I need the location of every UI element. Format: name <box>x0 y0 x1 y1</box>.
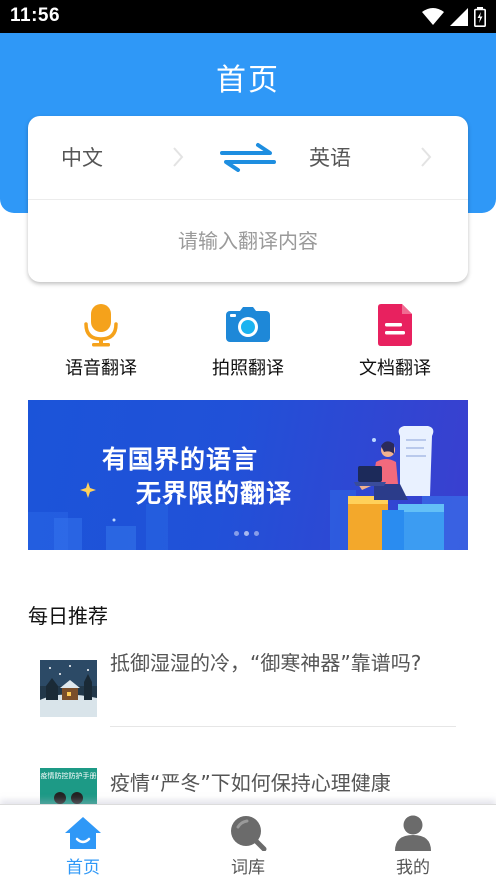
nav-vocabulary[interactable]: 词库 <box>188 805 308 883</box>
document-translate-button[interactable]: 文档翻译 <box>335 302 455 382</box>
voice-translate-button[interactable]: 语音翻译 <box>41 302 161 382</box>
banner-headline-2: 无界限的翻译 <box>136 479 293 508</box>
carousel-dot[interactable] <box>234 531 239 536</box>
chevron-right-icon[interactable] <box>420 146 432 168</box>
battery-icon <box>474 7 486 27</box>
banner-headline-1: 有国界的语言 <box>102 445 259 474</box>
thumbnail-caption: 疫情防控防护手册 <box>41 771 97 780</box>
language-selector-row: 中文 英语 <box>28 116 468 200</box>
voice-translate-label: 语音翻译 <box>65 358 137 379</box>
user-icon <box>394 815 432 851</box>
camera-icon <box>224 302 272 348</box>
article-title: 疫情“严冬”下如何保持心理健康 <box>110 771 391 795</box>
nav-profile[interactable]: 我的 <box>353 805 473 883</box>
microphone-icon <box>77 302 125 348</box>
nav-home[interactable]: 首页 <box>23 805 143 883</box>
nav-profile-label: 我的 <box>396 858 430 878</box>
target-language-button[interactable]: 英语 <box>309 142 351 172</box>
carousel-dot-active[interactable] <box>244 531 249 536</box>
source-language-button[interactable]: 中文 <box>61 142 103 172</box>
chevron-right-icon[interactable] <box>172 146 184 168</box>
home-icon <box>64 815 102 851</box>
divider <box>110 726 456 727</box>
page-title: 首页 <box>216 63 280 98</box>
document-icon <box>371 302 419 348</box>
quick-actions: 语音翻译 拍照翻译 文档翻译 <box>0 302 496 382</box>
article-item[interactable]: 抵御湿湿的冷，“御寒神器”靠谱吗? <box>40 648 456 728</box>
article-thumbnail <box>40 660 97 717</box>
carousel-indicator <box>234 531 259 536</box>
photo-translate-label: 拍照翻译 <box>212 358 284 379</box>
translation-input[interactable]: 请输入翻译内容 <box>28 200 468 282</box>
article-item[interactable]: 疫情防控防护手册 疫情“严冬”下如何保持心理健康 <box>40 768 456 825</box>
signal-icon <box>450 8 468 26</box>
photo-translate-button[interactable]: 拍照翻译 <box>188 302 308 382</box>
bottom-navigation: 首页 词库 我的 <box>0 804 496 883</box>
status-bar: 11:56 <box>0 0 496 33</box>
app-screen: 11:56 首页 中文 英语 请输入翻译内容 语音翻译 拍照翻译 文档翻译 有国… <box>0 0 496 883</box>
status-icons <box>422 7 486 27</box>
daily-section-title: 每日推荐 <box>28 604 108 628</box>
promo-banner[interactable]: 有国界的语言 无界限的翻译 <box>28 400 468 550</box>
nav-home-label: 首页 <box>66 858 100 878</box>
document-translate-label: 文档翻译 <box>359 358 431 379</box>
article-title: 抵御湿湿的冷，“御寒神器”靠谱吗? <box>110 651 422 675</box>
wifi-icon <box>422 8 444 25</box>
swap-arrows-icon[interactable] <box>218 142 278 172</box>
search-icon <box>229 815 267 851</box>
status-time: 11:56 <box>10 5 61 26</box>
carousel-dot[interactable] <box>254 531 259 536</box>
nav-vocabulary-label: 词库 <box>231 858 265 878</box>
translate-card: 中文 英语 请输入翻译内容 <box>28 116 468 282</box>
